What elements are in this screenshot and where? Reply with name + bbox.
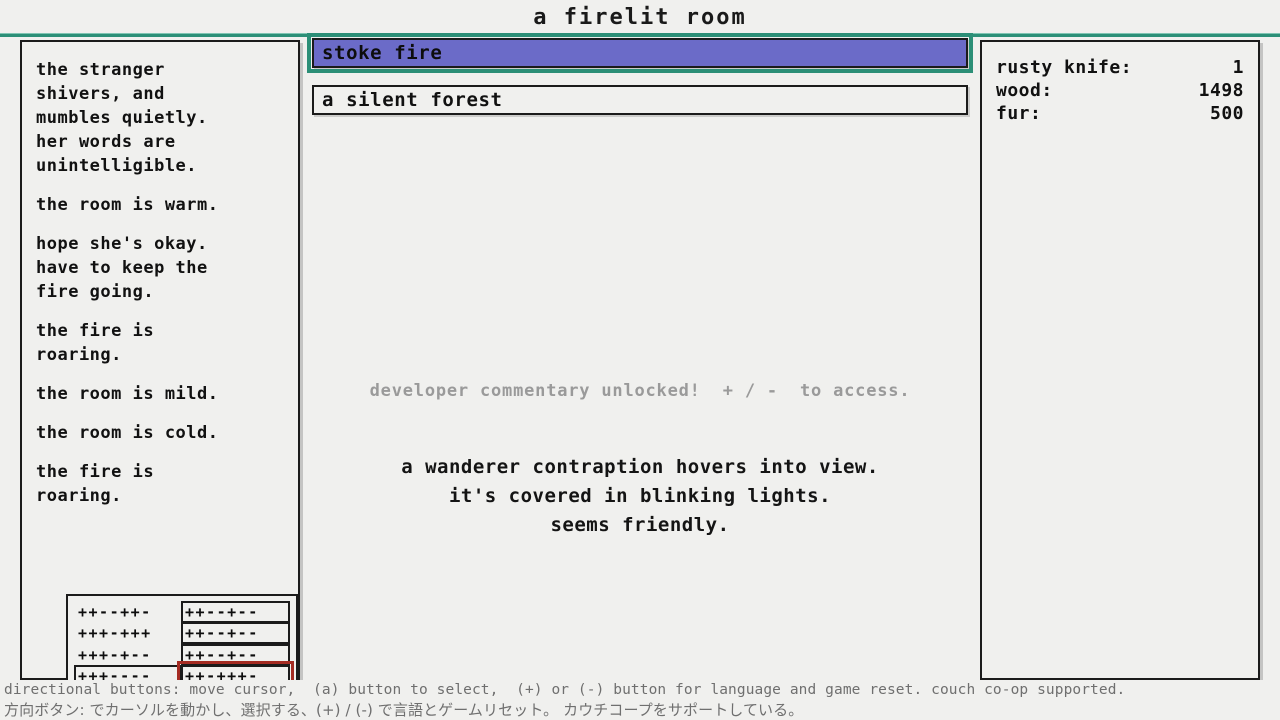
game-screen: a firelit room the stranger shivers, and… (0, 0, 1280, 720)
store-quantity: 1 (1232, 57, 1244, 78)
event-log-list: the stranger shivers, and mumbles quietl… (22, 42, 298, 516)
pattern-row: ++--++- ++--+-- (74, 601, 290, 623)
store-quantity: 1498 (1198, 80, 1244, 101)
log-entry: the stranger shivers, and mumbles quietl… (36, 60, 208, 176)
pattern-cell-left[interactable]: +++-+++ (74, 622, 181, 644)
log-entry: the room is cold. (36, 423, 219, 443)
log-entry: the room is warm. (36, 195, 219, 215)
store-row: wood: 1498 (996, 79, 1244, 102)
store-quantity: 500 (1209, 103, 1244, 124)
log-entry: the fire is roaring. (36, 462, 155, 506)
store-label: rusty knife: (996, 57, 1133, 78)
event-log-panel: the stranger shivers, and mumbles quietl… (20, 40, 300, 694)
pattern-row: +++-+++ ++--+-- (74, 622, 290, 645)
help-text-japanese: 方向ボタン: でカーソルを動かし、選択する、(+) / (-) で言語とゲームリ… (4, 701, 804, 719)
action-button-label: a silent forest (322, 89, 503, 111)
event-message-line: seems friendly. (550, 514, 730, 536)
stores-panel: rusty knife: 1 wood: 1498 fur: 500 (980, 40, 1260, 680)
pattern-cell-left[interactable]: +++-+-- (74, 644, 181, 666)
store-label: wood: (996, 80, 1053, 101)
title-bar: a firelit room (0, 0, 1280, 34)
action-button-stoke-fire[interactable]: stoke fire (307, 33, 973, 73)
action-button-a-silent-forest[interactable]: a silent forest (312, 85, 968, 115)
store-row: fur: 500 (996, 102, 1244, 125)
pattern-cell-right[interactable]: ++--+-- (181, 601, 290, 623)
event-message: a wanderer contraption hovers into view.… (312, 453, 968, 540)
pattern-row: +++-+-- ++--+-- (74, 643, 290, 666)
event-message-line: a wanderer contraption hovers into view. (401, 456, 879, 478)
log-entry: the fire is roaring. (36, 321, 155, 365)
pattern-cell-right[interactable]: ++--+-- (181, 643, 290, 666)
log-entry: hope she's okay. have to keep the fire g… (36, 234, 208, 302)
store-label: fur: (996, 103, 1042, 124)
log-entry: the room is mild. (36, 384, 219, 404)
action-button-label: stoke fire (322, 42, 443, 64)
main-actions-column: stoke fire a silent forest developer comm… (307, 33, 973, 680)
developer-commentary-notice: developer commentary unlocked! + / - to … (369, 381, 911, 401)
page-title: a firelit room (533, 4, 747, 30)
pattern-grid[interactable]: ++--++- ++--+-- +++-+++ ++--+-- +++-+-- ++--+… (66, 594, 298, 694)
action-button-list: stoke fire a silent forest (307, 33, 973, 115)
store-row: rusty knife: 1 (996, 56, 1244, 79)
pattern-cell-left[interactable]: ++--++- (74, 601, 181, 623)
help-bar: directional buttons: move cursor, (a) bu… (0, 680, 1280, 720)
stores-list: rusty knife: 1 wood: 1498 fur: 500 (982, 42, 1258, 125)
help-text-english: directional buttons: move cursor, (a) bu… (4, 682, 1126, 698)
pattern-cell-right[interactable]: ++--+-- (181, 622, 290, 645)
event-message-line: it's covered in blinking lights. (448, 485, 832, 507)
title-divider (0, 33, 1280, 37)
